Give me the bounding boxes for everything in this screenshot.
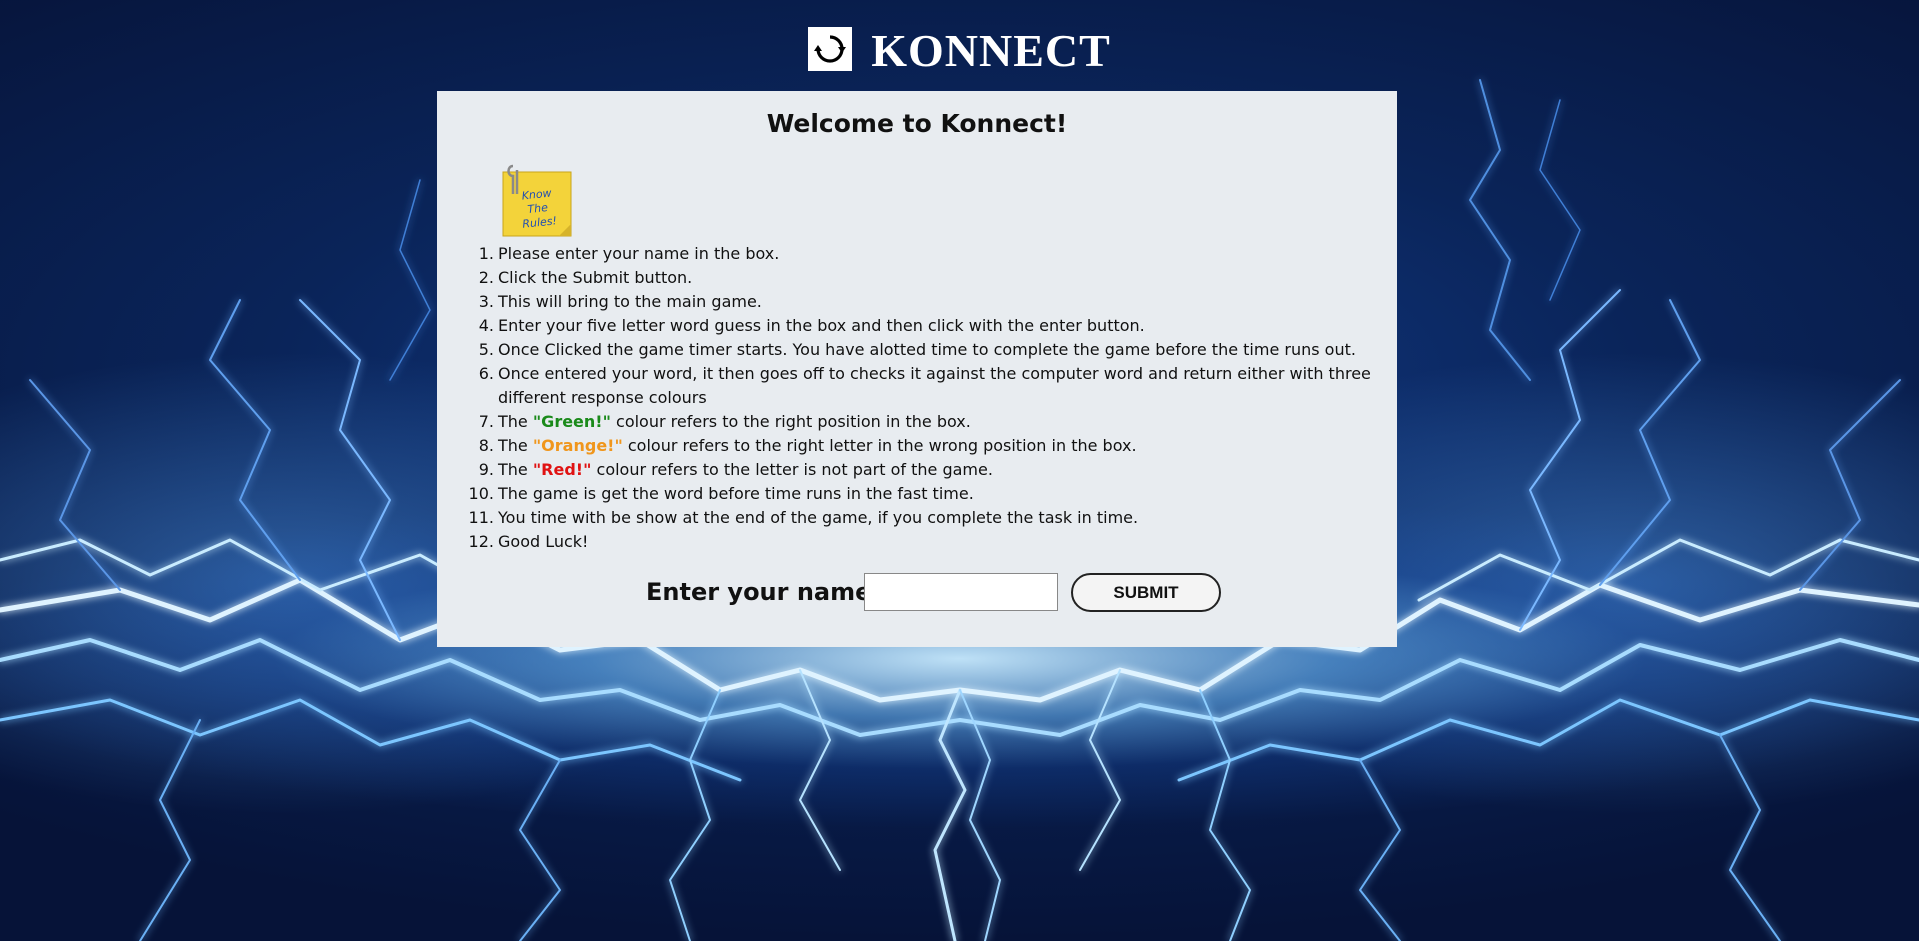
rule-number: 8.	[478, 436, 494, 455]
rule-number: 1.	[478, 244, 494, 263]
rule-number: 6.	[478, 364, 494, 383]
list-item: 2. Click the Submit button.	[479, 266, 1378, 290]
list-item: 11. You time with be show at the end of t…	[469, 506, 1378, 530]
rule-text: Once entered your word, it then goes off…	[498, 364, 1371, 407]
list-item: 8. The "Orange!" colour refers to the rig…	[479, 434, 1378, 458]
note-text-line-2: The	[527, 201, 549, 216]
rule-text: The game is get the word before time run…	[498, 484, 974, 503]
rule-text: colour refers to the right letter in the…	[622, 436, 1137, 455]
rule-text: The	[498, 460, 533, 479]
brand-title: KONNECT	[871, 25, 1111, 76]
list-item: 1. Please enter your name in the box.	[479, 242, 1378, 266]
rule-number: 7.	[478, 412, 494, 431]
list-item: 9. The "Red!" colour refers to the letter…	[479, 458, 1378, 482]
name-label: Enter your name:	[646, 578, 881, 606]
list-item: 3. This will bring to the main game.	[479, 290, 1378, 314]
rule-text: This will bring to the main game.	[498, 292, 762, 311]
rule-number: 12.	[468, 532, 494, 551]
rule-text: colour refers to the right position in t…	[610, 412, 971, 431]
rule-text: You time with be show at the end of the …	[498, 508, 1139, 527]
name-form: Enter your name: SUBMIT	[437, 571, 1397, 613]
rule-number: 5.	[478, 340, 494, 359]
rule-text: Click the Submit button.	[498, 268, 693, 287]
list-item: 10. The game is get the word before time …	[469, 482, 1378, 506]
rule-text: Once Clicked the game timer starts. You …	[498, 340, 1356, 359]
refresh-cycle-icon	[808, 27, 853, 71]
rule-text: The	[498, 412, 533, 431]
orange-highlight: "Orange!"	[532, 436, 623, 455]
list-item: 12. Good Luck!	[469, 530, 1378, 554]
list-item: 4. Enter your five letter word guess in t…	[479, 314, 1378, 338]
submit-button[interactable]: SUBMIT	[1071, 573, 1221, 612]
page-title: Welcome to Konnect!	[766, 109, 1068, 138]
rules-list: 1. Please enter your name in the box. 2. C…	[469, 242, 1378, 554]
rule-text: Please enter your name in the box.	[498, 244, 780, 263]
rule-number: 11.	[468, 508, 494, 527]
rule-text: The	[498, 436, 533, 455]
rule-number: 4.	[478, 316, 494, 335]
green-highlight: "Green!"	[532, 412, 611, 431]
list-item: 6. Once entered your word, it then goes o…	[479, 362, 1378, 410]
rule-text: Good Luck!	[498, 532, 589, 551]
rule-number: 3.	[478, 292, 494, 311]
red-highlight: "Red!"	[532, 460, 592, 479]
sticky-note-know-the-rules-icon: Know The Rules!	[499, 164, 575, 238]
rule-number: 9.	[478, 460, 494, 479]
rule-number: 10.	[468, 484, 494, 503]
rule-number: 2.	[478, 268, 494, 287]
app-header: KONNECT	[0, 26, 1919, 76]
name-input[interactable]	[864, 573, 1058, 611]
welcome-card: Welcome to Konnect! Know The Rules! 1. Pl…	[437, 91, 1397, 647]
list-item: 7. The "Green!" colour refers to the righ…	[479, 410, 1378, 434]
rule-text: colour refers to the letter is not part …	[591, 460, 993, 479]
list-item: 5. Once Clicked the game timer starts. Yo…	[479, 338, 1378, 362]
rule-text: Enter your five letter word guess in the…	[498, 316, 1145, 335]
